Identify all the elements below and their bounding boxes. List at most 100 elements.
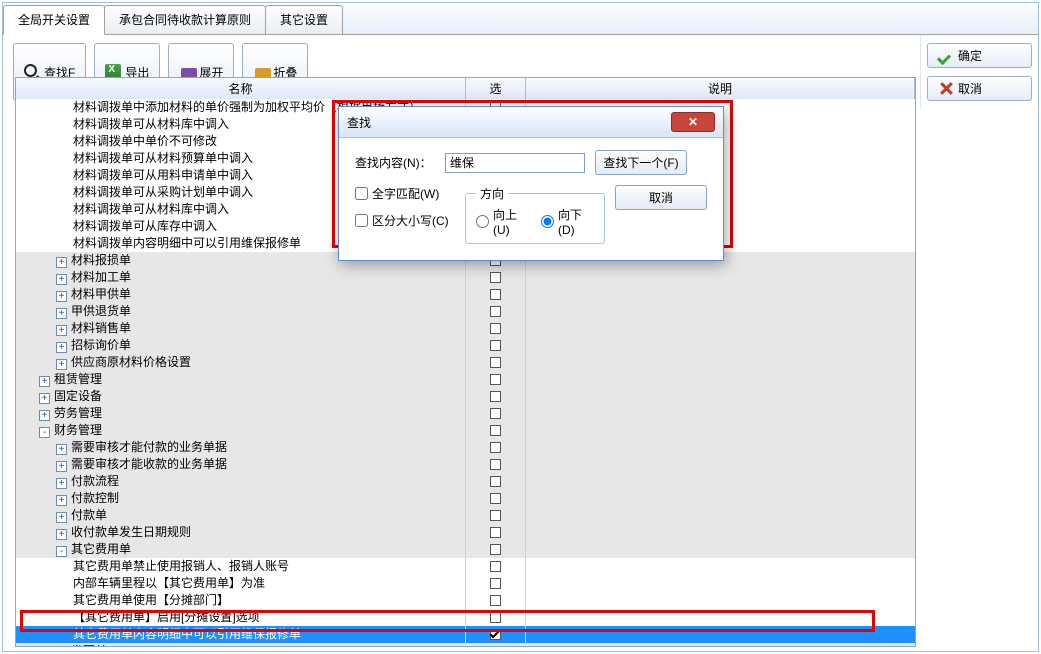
row-checkbox[interactable] xyxy=(490,323,501,334)
row-label: 材料调拨单可从用料申请单中调入 xyxy=(73,168,253,182)
row-checkbox[interactable] xyxy=(490,357,501,368)
row-label: 其它费用单内容明细中可以引用维保报修单 xyxy=(73,627,301,641)
row-checkbox[interactable] xyxy=(490,391,501,402)
row-checkbox[interactable] xyxy=(490,544,501,555)
row-label: 收付款单发生日期规则 xyxy=(71,525,191,539)
row-label: 材料调拨单可从材料预算单中调入 xyxy=(73,151,253,165)
row-label: 付款单 xyxy=(71,508,107,522)
tree-toggle-icon[interactable]: + xyxy=(56,291,67,302)
row-label: 甲供退货单 xyxy=(71,304,131,318)
row-checkbox[interactable] xyxy=(490,442,501,453)
row-label: 财务管理 xyxy=(54,423,102,437)
ok-button[interactable]: 确定 xyxy=(927,43,1032,68)
table-row[interactable]: 内部车辆里程以【其它费用单】为准 xyxy=(16,575,915,592)
col-select: 选 xyxy=(466,78,526,99)
col-desc: 说明 xyxy=(526,78,915,99)
tab-global-switch[interactable]: 全局开关设置 xyxy=(3,5,105,35)
dialog-titlebar[interactable]: 查找 ✕ xyxy=(339,107,723,138)
tree-toggle-icon[interactable]: + xyxy=(56,444,67,455)
dir-down-radio[interactable]: 向下(D) xyxy=(541,206,594,237)
tab-contract-rule[interactable]: 承包合同待收款计算原则 xyxy=(104,5,266,34)
tree-toggle-icon[interactable]: + xyxy=(56,308,67,319)
tree-toggle-icon[interactable]: + xyxy=(56,325,67,336)
row-checkbox[interactable] xyxy=(490,476,501,487)
tree-toggle-icon[interactable]: - xyxy=(39,427,50,438)
check-icon xyxy=(938,48,954,64)
table-row[interactable]: -其它费用单 xyxy=(16,541,915,558)
row-label: 材料甲供单 xyxy=(71,287,131,301)
row-checkbox[interactable] xyxy=(490,629,501,640)
row-checkbox[interactable] xyxy=(490,561,501,572)
row-checkbox[interactable] xyxy=(490,289,501,300)
row-checkbox[interactable] xyxy=(490,340,501,351)
tree-toggle-icon[interactable]: + xyxy=(56,342,67,353)
find-next-button[interactable]: 查找下一个(F) xyxy=(595,150,687,175)
tree-toggle-icon[interactable]: + xyxy=(56,478,67,489)
row-label: 付款流程 xyxy=(71,474,119,488)
table-row[interactable]: + 材料加工单 xyxy=(16,269,915,286)
table-row[interactable]: + 付款控制 xyxy=(16,490,915,507)
table-row[interactable]: -财务管理 xyxy=(16,422,915,439)
row-label: 材料调拨单可从材料库中调入 xyxy=(73,202,229,216)
row-checkbox[interactable] xyxy=(490,510,501,521)
tree-toggle-icon[interactable]: + xyxy=(56,274,67,285)
row-checkbox[interactable] xyxy=(490,408,501,419)
dialog-close-button[interactable]: ✕ xyxy=(671,112,715,132)
find-content-input[interactable] xyxy=(445,153,585,173)
tree-toggle-icon[interactable]: + xyxy=(39,410,50,421)
row-checkbox[interactable] xyxy=(490,578,501,589)
row-label: 其它费用单使用【分摊部门】 xyxy=(73,593,229,607)
table-row[interactable]: +材料销售单 xyxy=(16,320,915,337)
row-label: 材料加工单 xyxy=(71,270,131,284)
dir-up-radio[interactable]: 向上(U) xyxy=(476,206,529,237)
row-label: 其它费用单 xyxy=(71,542,131,556)
table-row[interactable]: + 供应商原材料价格设置 xyxy=(16,354,915,371)
case-sensitive-checkbox[interactable]: 区分大小写(C) xyxy=(355,212,455,229)
row-label: 招标询价单 xyxy=(71,338,131,352)
tree-toggle-icon[interactable]: + xyxy=(56,512,67,523)
tree-toggle-icon[interactable]: + xyxy=(56,359,67,370)
row-checkbox[interactable] xyxy=(490,374,501,385)
table-row[interactable]: 其它费用单使用【分摊部门】 xyxy=(16,592,915,609)
tree-toggle-icon[interactable]: + xyxy=(56,257,67,268)
table-row[interactable]: +劳务管理 xyxy=(16,405,915,422)
row-checkbox[interactable] xyxy=(490,493,501,504)
table-row[interactable]: + 收付款单发生日期规则 xyxy=(16,524,915,541)
row-label: 付款控制 xyxy=(71,491,119,505)
tree-toggle-icon[interactable]: + xyxy=(56,495,67,506)
table-row[interactable]: + 甲供退货单 xyxy=(16,303,915,320)
row-label: 供应商原材料价格设置 xyxy=(71,355,191,369)
row-label: 材料报损单 xyxy=(71,253,131,267)
table-row[interactable]: 【其它费用单】启用[分摊设置]选项 xyxy=(16,609,915,626)
dialog-cancel-button[interactable]: 取消 xyxy=(615,185,707,210)
table-row[interactable]: +发票单 xyxy=(16,643,915,646)
direction-legend: 方向 xyxy=(476,185,508,202)
table-row[interactable]: + 招标询价单 xyxy=(16,337,915,354)
row-label: 【其它费用单】启用[分摊设置]选项 xyxy=(73,610,260,624)
table-row[interactable]: + 需要审核才能收款的业务单据 xyxy=(16,456,915,473)
table-row[interactable]: 其它费用单禁止使用报销人、报销人账号 xyxy=(16,558,915,575)
tree-toggle-icon[interactable]: + xyxy=(56,529,67,540)
table-row[interactable]: + 付款流程 xyxy=(16,473,915,490)
full-match-checkbox[interactable]: 全字匹配(W) xyxy=(355,185,455,202)
tree-toggle-icon[interactable]: - xyxy=(56,546,67,557)
row-checkbox[interactable] xyxy=(490,527,501,538)
table-row[interactable]: + 材料甲供单 xyxy=(16,286,915,303)
row-label: 租赁管理 xyxy=(54,372,102,386)
row-checkbox[interactable] xyxy=(490,272,501,283)
table-row[interactable]: 其它费用单内容明细中可以引用维保报修单 xyxy=(16,626,915,643)
row-label: 需要审核才能收款的业务单据 xyxy=(71,457,227,471)
table-row[interactable]: +需要审核才能付款的业务单据 xyxy=(16,439,915,456)
row-checkbox[interactable] xyxy=(490,306,501,317)
tab-other-settings[interactable]: 其它设置 xyxy=(265,5,343,34)
row-checkbox[interactable] xyxy=(490,595,501,606)
tree-toggle-icon[interactable]: + xyxy=(56,461,67,472)
row-checkbox[interactable] xyxy=(490,459,501,470)
table-row[interactable]: +固定设备 xyxy=(16,388,915,405)
table-row[interactable]: + 付款单 xyxy=(16,507,915,524)
row-checkbox[interactable] xyxy=(490,425,501,436)
table-row[interactable]: + 租赁管理 xyxy=(16,371,915,388)
row-checkbox[interactable] xyxy=(490,612,501,623)
tree-toggle-icon[interactable]: + xyxy=(39,376,50,387)
tree-toggle-icon[interactable]: + xyxy=(39,393,50,404)
